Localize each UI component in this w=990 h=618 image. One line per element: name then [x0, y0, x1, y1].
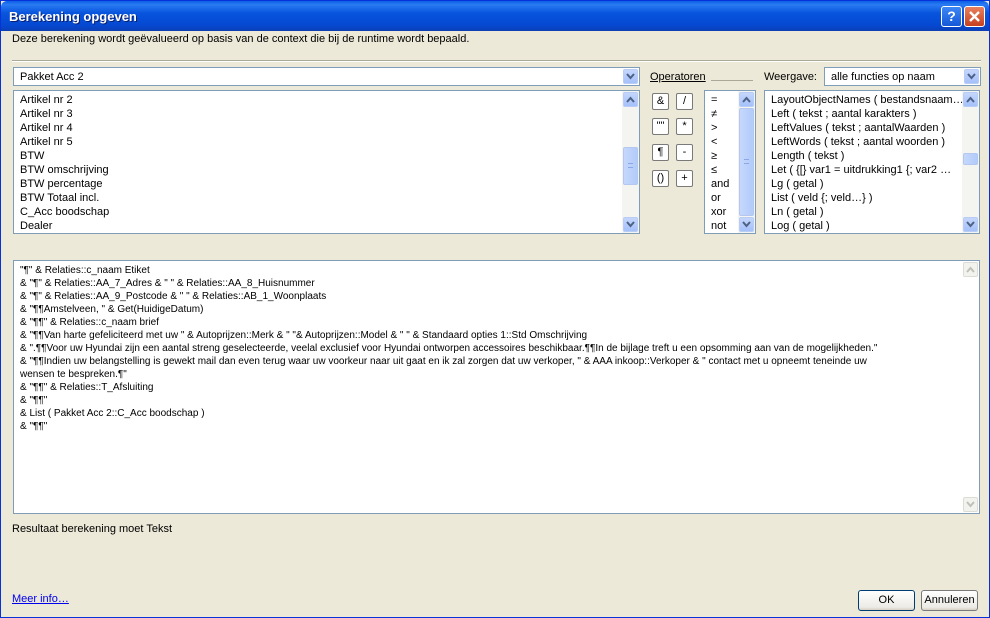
list-item[interactable]: not	[711, 219, 726, 233]
fields-scrollbar[interactable]	[622, 91, 639, 233]
scroll-down-icon[interactable]	[739, 217, 754, 232]
table-select-value: Pakket Acc 2	[20, 71, 84, 83]
comparison-operators-list[interactable]: = ≠ > < ≥ ≤ and or xor not	[704, 90, 756, 234]
list-item[interactable]: BTW percentage	[20, 177, 103, 191]
list-item[interactable]: Log ( getal )	[771, 219, 830, 233]
operator-button[interactable]: -	[676, 144, 693, 161]
formula-scrollbar[interactable]	[962, 261, 979, 513]
formula-line: & "¶¶" & Relaties::T_Afsluiting	[20, 382, 154, 393]
chevron-down-icon[interactable]	[964, 69, 979, 84]
list-item[interactable]: =	[711, 93, 717, 107]
fields-list[interactable]: Artikel nr 2 Artikel nr 3 Artikel nr 4 A…	[13, 90, 640, 234]
list-item[interactable]: BTW omschrijving	[20, 163, 109, 177]
operator-button[interactable]: ""	[652, 118, 669, 135]
functions-scrollbar[interactable]	[962, 91, 979, 233]
scroll-thumb[interactable]	[963, 153, 978, 165]
list-item[interactable]: BTW Totaal incl.	[20, 191, 99, 205]
view-select-value: alle functies op naam	[831, 71, 935, 83]
functions-list[interactable]: LayoutObjectNames ( bestandsnaam… Left (…	[764, 90, 980, 234]
close-button[interactable]	[964, 6, 985, 27]
scroll-up-icon[interactable]	[739, 92, 754, 107]
formula-line: & "¶" & Relaties::AA_9_Postcode & " " & …	[20, 291, 327, 302]
list-item[interactable]: and	[711, 177, 729, 191]
operators-divider	[711, 80, 753, 81]
formula-line: & "¶¶"	[20, 395, 48, 406]
list-item[interactable]: Left ( tekst ; aantal karakters )	[771, 107, 917, 121]
view-label: Weergave:	[764, 71, 817, 83]
formula-line: & "¶¶Indien uw belangstelling is gewekt …	[20, 356, 867, 367]
ok-button[interactable]: OK	[858, 590, 915, 611]
formula-line: "¶" & Relaties::c_naam Etiket	[20, 265, 150, 276]
scroll-up-icon[interactable]	[963, 92, 978, 107]
dialog-title: Berekening opgeven	[9, 9, 137, 24]
separator	[12, 60, 981, 62]
list-item[interactable]: >	[711, 121, 717, 135]
view-select[interactable]: alle functies op naam	[824, 67, 981, 86]
scroll-down-icon[interactable]	[963, 217, 978, 232]
table-select[interactable]: Pakket Acc 2	[13, 67, 640, 86]
list-item[interactable]: <	[711, 135, 717, 149]
list-item[interactable]: ≥	[711, 149, 717, 163]
calculation-dialog: Berekening opgeven ? Deze berekening wor…	[0, 0, 990, 618]
list-item[interactable]: Length ( tekst )	[771, 149, 844, 163]
result-type-value: Tekst	[146, 523, 173, 535]
list-item[interactable]: Dealer	[20, 219, 52, 233]
operators-label-text: Operatoren	[650, 71, 706, 83]
operator-button[interactable]: &	[652, 93, 669, 110]
more-info-link[interactable]: Meer info…	[12, 593, 69, 605]
chevron-down-icon[interactable]	[623, 69, 638, 84]
scroll-up-icon[interactable]	[963, 262, 978, 277]
result-type-row: Resultaat berekening moet Tekst	[12, 523, 172, 535]
formula-line: & ".¶¶Voor uw Hyundai zijn een aantal st…	[20, 343, 878, 354]
list-item[interactable]: Ln ( getal )	[771, 205, 824, 219]
operator-button[interactable]: ()	[652, 170, 669, 187]
formula-line: & "¶¶" & Relaties::c_naam brief	[20, 317, 160, 328]
list-item[interactable]: Artikel nr 5	[20, 135, 73, 149]
scroll-down-icon[interactable]	[963, 497, 978, 512]
list-item[interactable]: ≠	[711, 107, 717, 121]
list-item[interactable]: Artikel nr 2	[20, 93, 73, 107]
list-item[interactable]: LeftValues ( tekst ; aantalWaarden )	[771, 121, 945, 135]
list-item[interactable]: Let ( {[} var1 = uitdrukking1 {; var2 …	[771, 163, 951, 177]
formula-line: & "¶¶"	[20, 421, 48, 432]
formula-line: & "¶" & Relaties::AA_7_Adres & " " & Rel…	[20, 278, 315, 289]
operators-label: Operatoren	[650, 71, 706, 83]
close-icon	[969, 11, 980, 22]
scroll-up-icon[interactable]	[623, 92, 638, 107]
list-item[interactable]: Artikel nr 3	[20, 107, 73, 121]
cancel-button[interactable]: Annuleren	[921, 590, 978, 611]
scroll-thumb[interactable]	[739, 108, 754, 216]
dialog-description: Deze berekening wordt geëvalueerd op bas…	[12, 33, 470, 45]
operator-button[interactable]: ¶	[652, 144, 669, 161]
list-item[interactable]: or	[711, 191, 721, 205]
help-button[interactable]: ?	[941, 6, 962, 27]
list-item[interactable]: BTW	[20, 149, 44, 163]
formula-line: & "¶¶Van harte gefeliciteerd met uw " & …	[20, 330, 588, 341]
title-bar[interactable]: Berekening opgeven ?	[1, 1, 989, 31]
question-icon: ?	[947, 8, 956, 24]
result-label: Resultaat berekening moet	[12, 523, 144, 535]
operator-button[interactable]: *	[676, 118, 693, 135]
list-item[interactable]: xor	[711, 205, 726, 219]
formula-editor[interactable]: "¶" & Relaties::c_naam Etiket & "¶" & Re…	[13, 260, 980, 514]
list-item[interactable]: C_Acc boodschap	[20, 205, 109, 219]
operators-scrollbar[interactable]	[738, 91, 755, 233]
list-item[interactable]: LeftWords ( tekst ; aantal woorden )	[771, 135, 945, 149]
list-item[interactable]: Artikel nr 4	[20, 121, 73, 135]
scroll-thumb[interactable]	[623, 147, 638, 185]
operator-button[interactable]: /	[676, 93, 693, 110]
list-item[interactable]: LayoutObjectNames ( bestandsnaam…	[771, 93, 964, 107]
formula-line: wensen te bespreken.¶"	[20, 369, 127, 380]
list-item[interactable]: List ( veld {; veld…} )	[771, 191, 873, 205]
formula-line: & List ( Pakket Acc 2::C_Acc boodschap )	[20, 408, 205, 419]
list-item[interactable]: ≤	[711, 163, 717, 177]
list-item[interactable]: Lg ( getal )	[771, 177, 824, 191]
formula-line: & "¶¶Amstelveen, " & Get(HuidigeDatum)	[20, 304, 204, 315]
operator-button[interactable]: +	[676, 170, 693, 187]
scroll-down-icon[interactable]	[623, 217, 638, 232]
